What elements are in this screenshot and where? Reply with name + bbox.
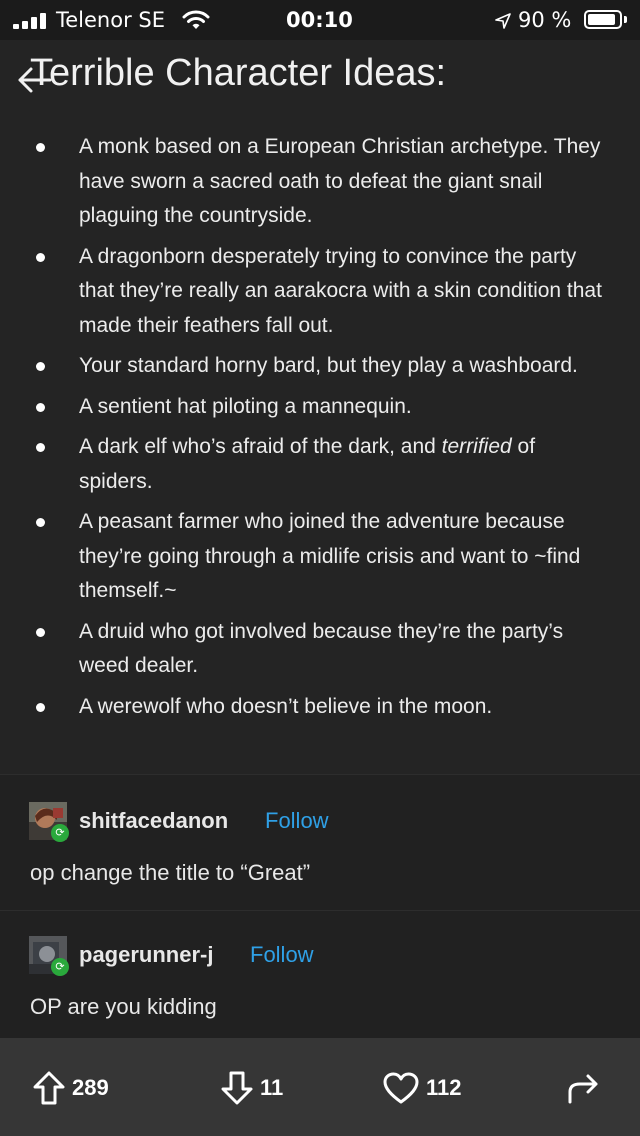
idea-text: A dark elf who’s afraid of the dark, and (79, 435, 436, 458)
idea-text: A sentient hat piloting a mannequin. (79, 394, 412, 418)
downvote-button[interactable]: 11 (220, 1068, 283, 1108)
follow-button[interactable]: Follow (250, 942, 314, 968)
follow-button[interactable]: Follow (265, 808, 329, 834)
location-arrow-icon (494, 11, 512, 35)
list-item: A peasant farmer who joined the adventur… (0, 505, 640, 609)
bullet-icon (36, 143, 45, 152)
reblog-comment: ⟳ shitfacedanon Follow op change the tit… (0, 796, 640, 906)
bullet-icon (36, 252, 45, 262)
status-bar: Telenor SE 00:10 90 % (0, 0, 640, 40)
bullet-icon (36, 362, 45, 371)
list-item: A dragonborn desperately trying to convi… (0, 240, 640, 344)
wifi-icon (182, 9, 210, 36)
character-ideas-list: A monk based on a European Christian arc… (0, 130, 640, 730)
arrow-down-icon (220, 1070, 254, 1106)
list-item: A druid who got involved because they’re… (0, 615, 640, 684)
idea-text: Your standard horny bard, but they play … (79, 354, 578, 377)
clock: 00:10 (286, 8, 353, 32)
idea-text: A peasant farmer who joined the adventur… (79, 510, 581, 602)
comment-text: OP are you kidding (30, 994, 217, 1019)
signal-icon (13, 13, 49, 29)
share-arrow-icon (564, 1070, 602, 1106)
battery-level (588, 14, 615, 25)
idea-text: A druid who got involved because they’re… (79, 619, 564, 678)
heart-icon (382, 1071, 420, 1105)
bullet-icon (36, 443, 45, 452)
username[interactable]: pagerunner-j (79, 942, 213, 968)
idea-emphasis: terrified (441, 435, 512, 458)
upvote-button[interactable]: 289 (32, 1068, 109, 1108)
bullet-icon (36, 627, 45, 637)
battery-icon (584, 10, 622, 29)
bullet-icon (36, 402, 45, 412)
idea-text: A monk based on a European Christian arc… (79, 135, 601, 227)
battery-percentage: 90 % (518, 8, 572, 32)
list-item: A dark elf who’s afraid of the dark, and… (0, 430, 640, 499)
upvote-count: 289 (72, 1075, 109, 1100)
reblog-comment: ⟳ pagerunner-j Follow OP are you kidding (0, 930, 640, 1038)
list-item: Your standard horny bard, but they play … (0, 349, 640, 384)
reblog-icon: ⟳ (51, 958, 69, 976)
arrow-up-icon (32, 1070, 66, 1106)
idea-text: A dragonborn desperately trying to convi… (79, 244, 602, 337)
username[interactable]: shitfacedanon (79, 808, 228, 834)
avatar[interactable]: ⟳ (29, 936, 69, 976)
downvote-count: 11 (260, 1075, 284, 1100)
list-item: A sentient hat piloting a mannequin. (0, 390, 640, 425)
share-button[interactable] (564, 1068, 602, 1108)
battery-tip (624, 16, 627, 23)
like-button[interactable]: 112 (382, 1068, 462, 1108)
list-item: A monk based on a European Christian arc… (0, 130, 640, 234)
reblog-icon: ⟳ (51, 824, 69, 842)
bullet-icon (36, 518, 45, 527)
idea-text: A werewolf who doesn’t believe in the mo… (79, 694, 493, 718)
bullet-icon (36, 702, 45, 712)
comment-text: op change the title to “Great” (30, 860, 311, 885)
divider (0, 910, 640, 911)
carrier-name: Telenor SE (56, 8, 165, 32)
avatar[interactable]: ⟳ (29, 802, 69, 842)
back-arrow-icon[interactable] (16, 60, 52, 100)
post-title: Terrible Character Ideas: (30, 52, 447, 94)
like-count: 112 (426, 1075, 462, 1100)
bottom-action-bar: 289 11 112 (0, 1038, 640, 1136)
divider (0, 774, 640, 775)
list-item: A werewolf who doesn’t believe in the mo… (0, 690, 640, 725)
